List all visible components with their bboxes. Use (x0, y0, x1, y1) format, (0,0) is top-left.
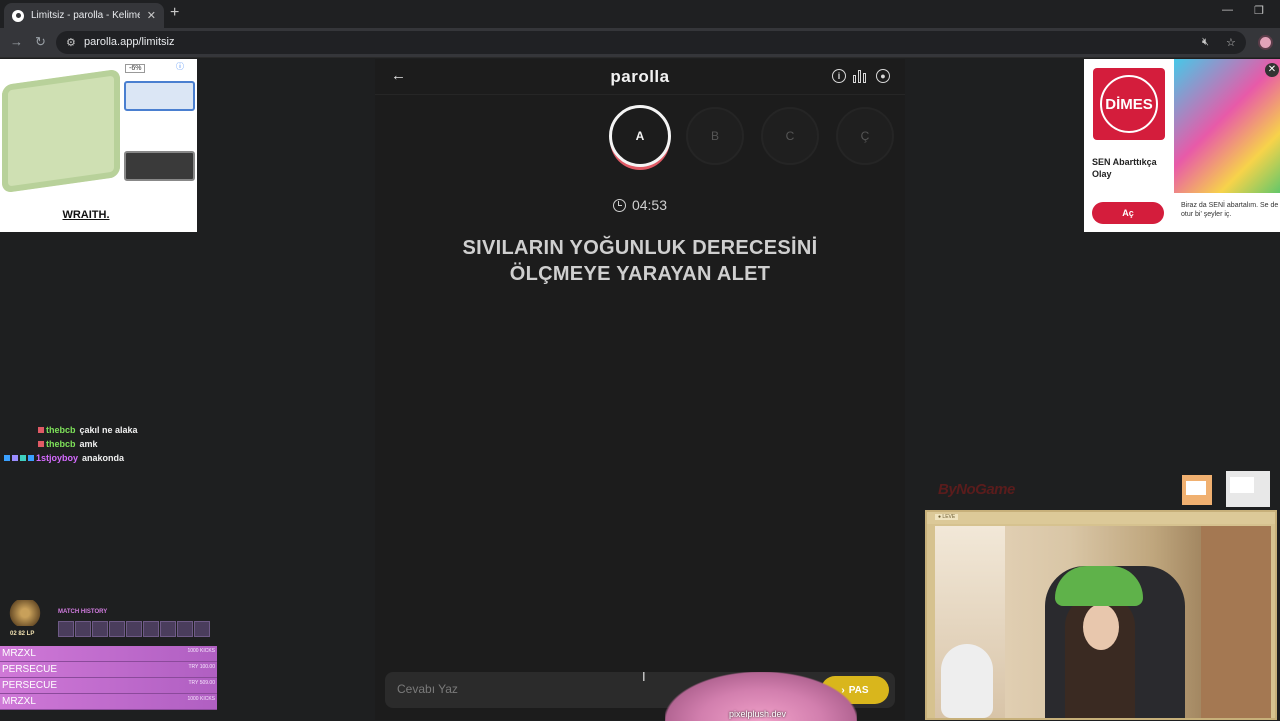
dimes-ad[interactable]: DİMES ✕ SEN Abarttıkça Olay Aç Biraz da … (1084, 59, 1280, 232)
mute-icon[interactable]: 🔇︎ (1202, 36, 1209, 49)
bookmark-star-icon[interactable]: ☆ (1226, 36, 1236, 49)
chat-message: thebcb çakıl ne alaka (4, 423, 138, 437)
answer-input[interactable]: Cevabı Yaz (397, 682, 458, 696)
keyboard-white-image (124, 81, 195, 111)
ad-photo-image (1174, 59, 1280, 193)
stream-chat: thebcb çakıl ne alaka thebcb amk 1stjoyboy… (4, 423, 138, 465)
reload-icon[interactable]: ↻ (35, 34, 46, 50)
timer-value: 04:53 (631, 197, 668, 213)
donation-row: MRZXL 1000 KICKS (0, 646, 217, 662)
rank-emblem-icon (8, 600, 42, 626)
donation-row: PERSECUE TRY 100.00 (0, 662, 217, 678)
question-line-2: ÖLÇMEYE YARAYAN ALET (509, 263, 771, 285)
keyboard-dark-image (124, 151, 195, 181)
back-arrow-icon[interactable]: → (10, 34, 23, 49)
countdown-timer: 04:53 (375, 197, 905, 213)
chat-badge-icon (4, 455, 10, 461)
pixelplush-label: pixelplush.dev (729, 709, 787, 719)
browser-tab[interactable]: Limitsiz - parolla - Kelime oyunu ✕ (4, 3, 164, 28)
ad-title: SEN Abarttıkça Olay (1092, 157, 1157, 179)
chat-badge-icon (38, 441, 44, 447)
dimes-logo: DİMES (1093, 68, 1165, 140)
donation-list: MRZXL 1000 KICKS PERSECUE TRY 100.00 PERSE… (0, 646, 217, 710)
maximize-icon[interactable]: ❐ (1254, 4, 1264, 17)
match-history-icons (58, 621, 210, 637)
tab-title: Limitsiz - parolla - Kelime oyunu (31, 10, 140, 21)
stats-icon[interactable] (853, 70, 866, 83)
letter-b-circle[interactable]: B (686, 107, 744, 165)
url-text[interactable]: parolla.app/limitsiz (84, 36, 174, 48)
discount-badge: -6% (125, 64, 146, 73)
new-tab-button[interactable]: + (170, 4, 179, 22)
webcam-tag: ● LEVE (935, 514, 959, 520)
cat-plush-image (941, 644, 993, 718)
donation-row: MRZXL 1000 KICKS (0, 694, 217, 710)
webcam-titlebar: ● LEVE (927, 512, 1275, 524)
profile-avatar[interactable] (1258, 35, 1273, 50)
rank-lp: 02 82 LP (10, 631, 35, 637)
chat-badge-icon (28, 455, 34, 461)
game-panel: ← parolla i ● A B C Ç 04:53 SIVILARIN YO… (375, 59, 905, 720)
question-text: SIVILARIN YOĞUNLUK DERECESİNİ ÖLÇMEYE YA… (425, 235, 855, 287)
chat-badge-icon (12, 455, 18, 461)
address-bar: → ↻ ⚙ parolla.app/limitsiz 🔇︎ ☆ (0, 28, 1280, 58)
profile-icon[interactable]: ● (876, 69, 890, 83)
ad-open-button[interactable]: Aç (1092, 202, 1164, 224)
match-history-label: MATCH HISTORY (58, 609, 108, 615)
donation-row: PERSECUE TRY 509.00 (0, 678, 217, 694)
letter-c-circle[interactable]: C (761, 107, 819, 165)
close-tab-icon[interactable]: ✕ (147, 9, 156, 22)
bynogame-logo: ByNoGame (938, 481, 1015, 498)
chat-message: thebcb amk (4, 437, 138, 451)
wraith-logo: WRAITH. (62, 209, 110, 221)
minimize-icon[interactable]: — (1222, 4, 1233, 16)
game-header: ← parolla i ● (375, 59, 905, 95)
pixel-cats-image (1182, 471, 1270, 507)
site-settings-icon[interactable]: ⚙ (66, 36, 76, 49)
browser-tab-bar: Limitsiz - parolla - Kelime oyunu ✕ + — … (0, 0, 1280, 28)
parolla-logo: parolla (610, 67, 670, 86)
page-content: -6% ⓘ WRAITH. DİMES ✕ SEN Abarttıkça Ola… (0, 59, 1280, 721)
question-line-1: SIVILARIN YOĞUNLUK DERECESİNİ (462, 237, 818, 259)
chat-message: 1stjoyboy anakonda (4, 451, 138, 465)
clock-icon (612, 199, 626, 212)
letter-c-cedilla-circle[interactable]: Ç (836, 107, 894, 165)
keyboard-ad[interactable]: -6% ⓘ WRAITH. (0, 59, 197, 232)
ad-description: Biraz da SENİ abartalım. Se de otur bi' … (1181, 202, 1279, 218)
chat-badge-icon (20, 455, 26, 461)
text-cursor-icon: I (642, 669, 646, 684)
keyboard-image (2, 68, 120, 194)
chat-badge-icon (38, 427, 44, 433)
info-icon[interactable]: i (832, 69, 846, 83)
letter-a-circle[interactable]: A (609, 105, 671, 167)
omnibox[interactable]: ⚙ parolla.app/limitsiz 🔇︎ ☆ (56, 31, 1246, 54)
parolla-favicon-icon (12, 9, 24, 22)
webcam-video (935, 526, 1271, 718)
webcam-frame: ● LEVE (925, 510, 1277, 720)
ad-close-icon[interactable]: ✕ (1265, 63, 1279, 77)
ad-info-icon[interactable]: ⓘ (176, 61, 184, 72)
